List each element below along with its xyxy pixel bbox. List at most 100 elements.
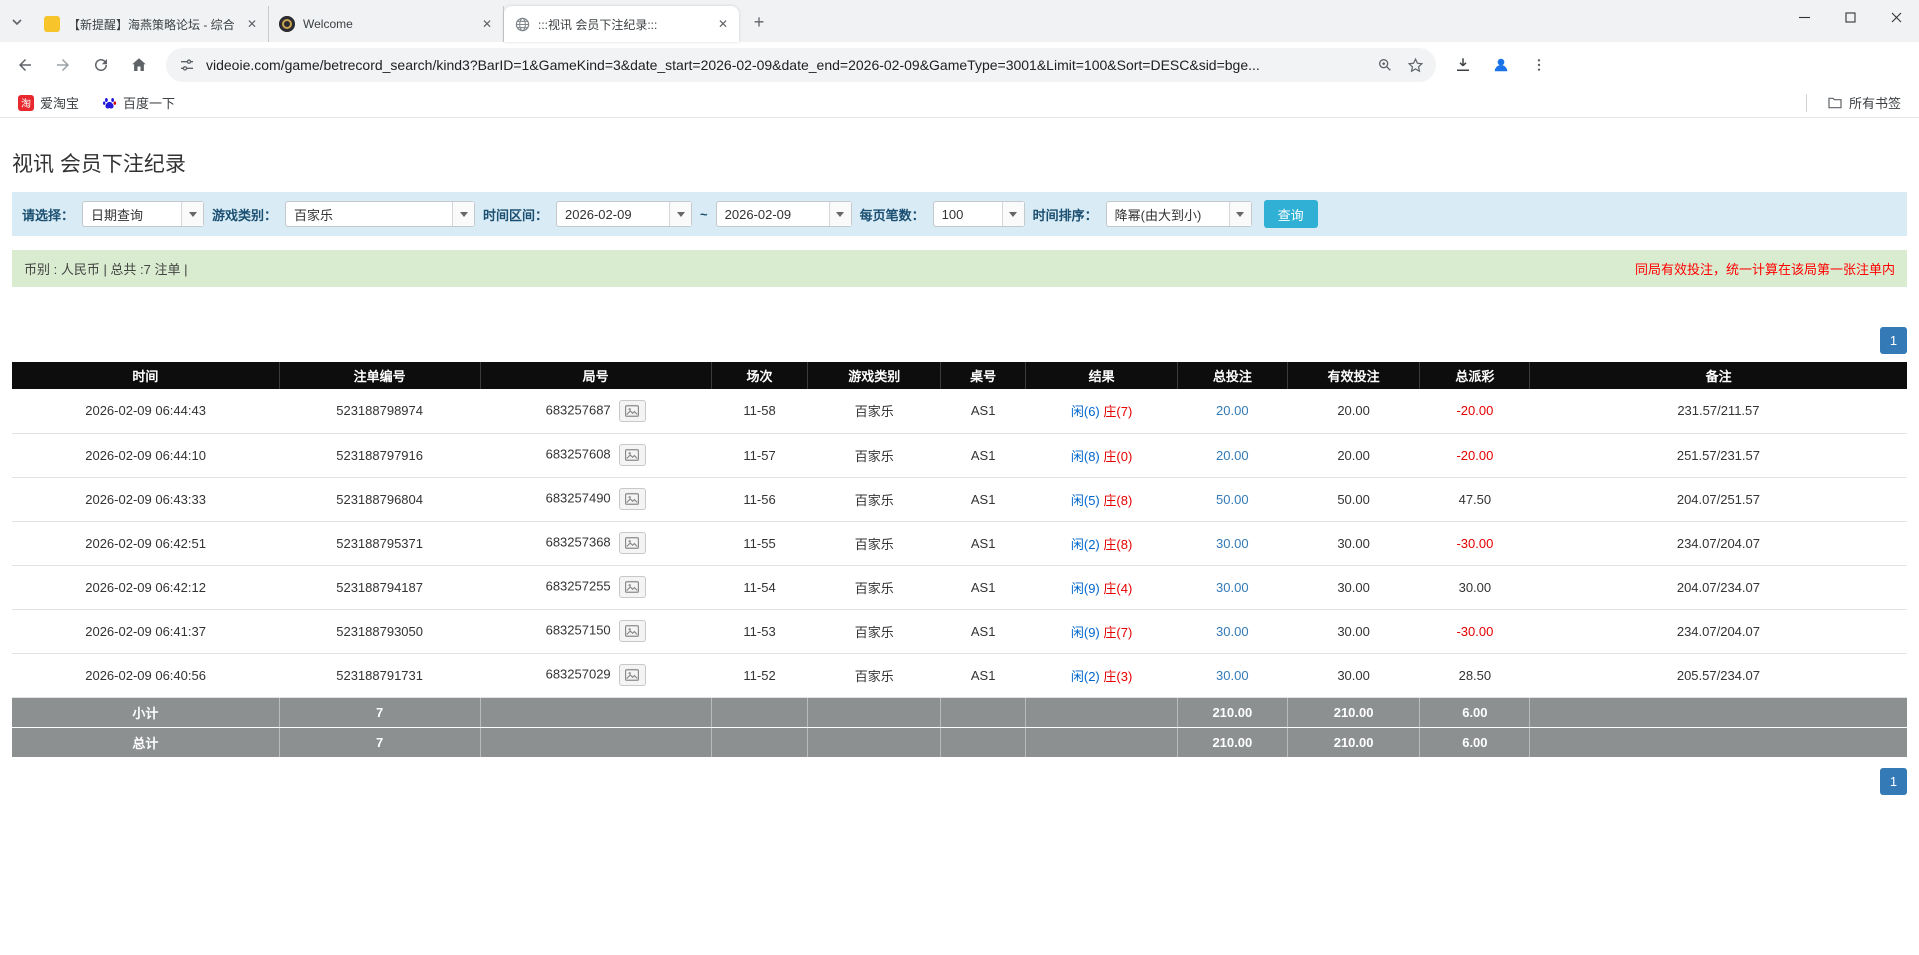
chevron-down-icon[interactable] — [669, 202, 692, 226]
bookmark-label: 爱淘宝 — [40, 96, 80, 111]
all-bookmarks-button[interactable]: 所有书签 — [1819, 90, 1909, 115]
query-type-select[interactable]: 日期查询 — [82, 201, 205, 227]
round-image-button[interactable] — [618, 620, 646, 642]
round-image-button[interactable] — [618, 664, 646, 686]
url-text[interactable]: videoie.com/game/betrecord_search/kind3?… — [206, 57, 1366, 73]
chevron-down-icon[interactable] — [1228, 202, 1251, 226]
cell-payout: -30.00 — [1419, 521, 1530, 566]
bookmark-aitaobao[interactable]: 淘 爱淘宝 — [10, 90, 87, 115]
tab-bet-records[interactable]: :::视讯 会员下注纪录::: ✕ — [504, 6, 739, 42]
page-size-select[interactable]: 100 — [932, 201, 1025, 227]
header-time: 时间 — [12, 362, 280, 389]
cell-total-bet[interactable]: 30.00 — [1177, 653, 1288, 698]
home-icon[interactable] — [122, 48, 156, 82]
header-round: 局号 — [480, 362, 712, 389]
table-row: 2026-02-09 06:44:10 523188797916 6832576… — [12, 433, 1907, 478]
cell-time: 2026-02-09 06:42:51 — [12, 521, 280, 566]
round-image-button[interactable] — [618, 444, 646, 466]
cell-remark: 204.07/234.07 — [1529, 565, 1907, 610]
cell-table-no: AS1 — [940, 521, 1026, 566]
tab-close-icon[interactable]: ✕ — [479, 16, 495, 32]
cell-remark: 251.57/231.57 — [1529, 433, 1907, 478]
tab-close-icon[interactable]: ✕ — [244, 16, 260, 32]
result-player: 闲(9) — [1070, 624, 1100, 640]
close-window-button[interactable] — [1873, 0, 1919, 34]
address-bar[interactable]: videoie.com/game/betrecord_search/kind3?… — [166, 48, 1436, 82]
select-label: 请选择： — [22, 207, 75, 223]
back-icon[interactable] — [8, 48, 42, 82]
chevron-down-icon[interactable] — [1001, 202, 1024, 226]
tab-search-chevron-icon[interactable] — [0, 5, 34, 39]
date-start-picker[interactable]: 2026-02-09 — [556, 201, 693, 227]
game-type-select[interactable]: 百家乐 — [285, 201, 476, 227]
result-banker: 庄(7) — [1103, 624, 1133, 640]
chevron-down-icon[interactable] — [828, 202, 851, 226]
tab-strip: 【新提醒】海燕策略论坛 - 综合 ✕ Welcome ✕ :::视讯 会员下注纪… — [0, 0, 1919, 42]
summary-left: 币别 : 人民币 | 总共 :7 注单 | — [24, 262, 188, 277]
cell-bet-id: 523188791731 — [279, 653, 481, 698]
sort-select[interactable]: 降幂(由大到小) — [1105, 201, 1252, 227]
total-payout: 6.00 — [1419, 727, 1531, 758]
maximize-button[interactable] — [1827, 0, 1873, 34]
date-end-value: 2026-02-09 — [724, 206, 792, 222]
zoom-icon[interactable] — [1374, 54, 1396, 76]
cell-table-no: AS1 — [940, 477, 1026, 522]
cell-table-no: AS1 — [940, 565, 1026, 610]
date-separator: ~ — [700, 206, 708, 222]
result-player: 闲(2) — [1070, 668, 1100, 684]
minimize-button[interactable] — [1781, 0, 1827, 34]
tab-title: 【新提醒】海燕策略论坛 - 综合 — [68, 17, 235, 32]
subtotal-label: 小计 — [12, 697, 280, 728]
profile-icon[interactable] — [1484, 48, 1518, 82]
header-bet-id: 注单编号 — [279, 362, 481, 389]
round-image-button[interactable] — [618, 532, 646, 554]
round-image-button[interactable] — [618, 399, 646, 422]
header-session: 场次 — [711, 362, 809, 389]
cell-bet-id: 523188794187 — [279, 565, 481, 610]
subtotal-valid-bet: 210.00 — [1287, 697, 1421, 728]
total-valid-bet: 210.00 — [1287, 727, 1421, 758]
bookmark-star-icon[interactable] — [1404, 54, 1426, 76]
menu-dots-icon[interactable] — [1522, 48, 1556, 82]
cell-total-bet[interactable]: 20.00 — [1177, 433, 1288, 478]
round-image-button[interactable] — [618, 488, 646, 510]
forward-icon[interactable] — [46, 48, 80, 82]
cell-bet-id: 523188793050 — [279, 609, 481, 654]
search-button[interactable]: 查询 — [1263, 200, 1318, 228]
date-range-label: 时间区间： — [483, 207, 549, 223]
cell-session: 11-58 — [711, 389, 808, 434]
cell-payout: 30.00 — [1419, 565, 1530, 610]
cell-result: 闲(2) 庄(3) — [1025, 653, 1178, 698]
chevron-down-icon[interactable] — [181, 202, 204, 226]
all-bookmarks-label: 所有书签 — [1848, 96, 1901, 111]
chevron-down-icon[interactable] — [452, 202, 475, 226]
cell-total-bet[interactable]: 30.00 — [1177, 609, 1288, 654]
tab-forum[interactable]: 【新提醒】海燕策略论坛 - 综合 ✕ — [34, 6, 269, 42]
page-size-label: 每页笔数： — [859, 207, 925, 223]
cell-total-bet[interactable]: 20.00 — [1177, 389, 1288, 434]
cell-bet-id: 523188797916 — [279, 433, 481, 478]
cell-total-bet[interactable]: 30.00 — [1177, 521, 1288, 566]
page-1-button[interactable]: 1 — [1880, 767, 1907, 795]
query-type-value: 日期查询 — [91, 207, 144, 223]
bookmark-baidu[interactable]: 百度一下 — [93, 90, 183, 115]
reload-icon[interactable] — [84, 48, 118, 82]
site-settings-icon[interactable] — [176, 54, 198, 76]
page-1-button[interactable]: 1 — [1880, 327, 1907, 354]
header-remark: 备注 — [1529, 362, 1907, 389]
filter-bar: 请选择： 日期查询 游戏类别： 百家乐 时间区间： 2026-02-09 ~ 2… — [12, 192, 1907, 236]
result-banker: 庄(8) — [1103, 492, 1133, 508]
tab-welcome[interactable]: Welcome ✕ — [269, 6, 504, 42]
bookmark-label: 百度一下 — [123, 96, 176, 111]
cell-payout: 28.50 — [1419, 653, 1530, 698]
cell-round: 683257490 — [480, 477, 712, 522]
page-content: 视讯 会员下注纪录 请选择： 日期查询 游戏类别： 百家乐 时间区间： 2026… — [0, 118, 1919, 795]
cell-total-bet[interactable]: 30.00 — [1177, 565, 1288, 610]
cell-total-bet[interactable]: 50.00 — [1177, 477, 1288, 522]
new-tab-button[interactable]: + — [745, 8, 773, 36]
round-image-button[interactable] — [618, 576, 646, 598]
tab-close-icon[interactable]: ✕ — [715, 16, 731, 32]
downloads-icon[interactable] — [1446, 48, 1480, 82]
date-end-picker[interactable]: 2026-02-09 — [715, 201, 852, 227]
cell-time: 2026-02-09 06:44:10 — [12, 433, 280, 478]
